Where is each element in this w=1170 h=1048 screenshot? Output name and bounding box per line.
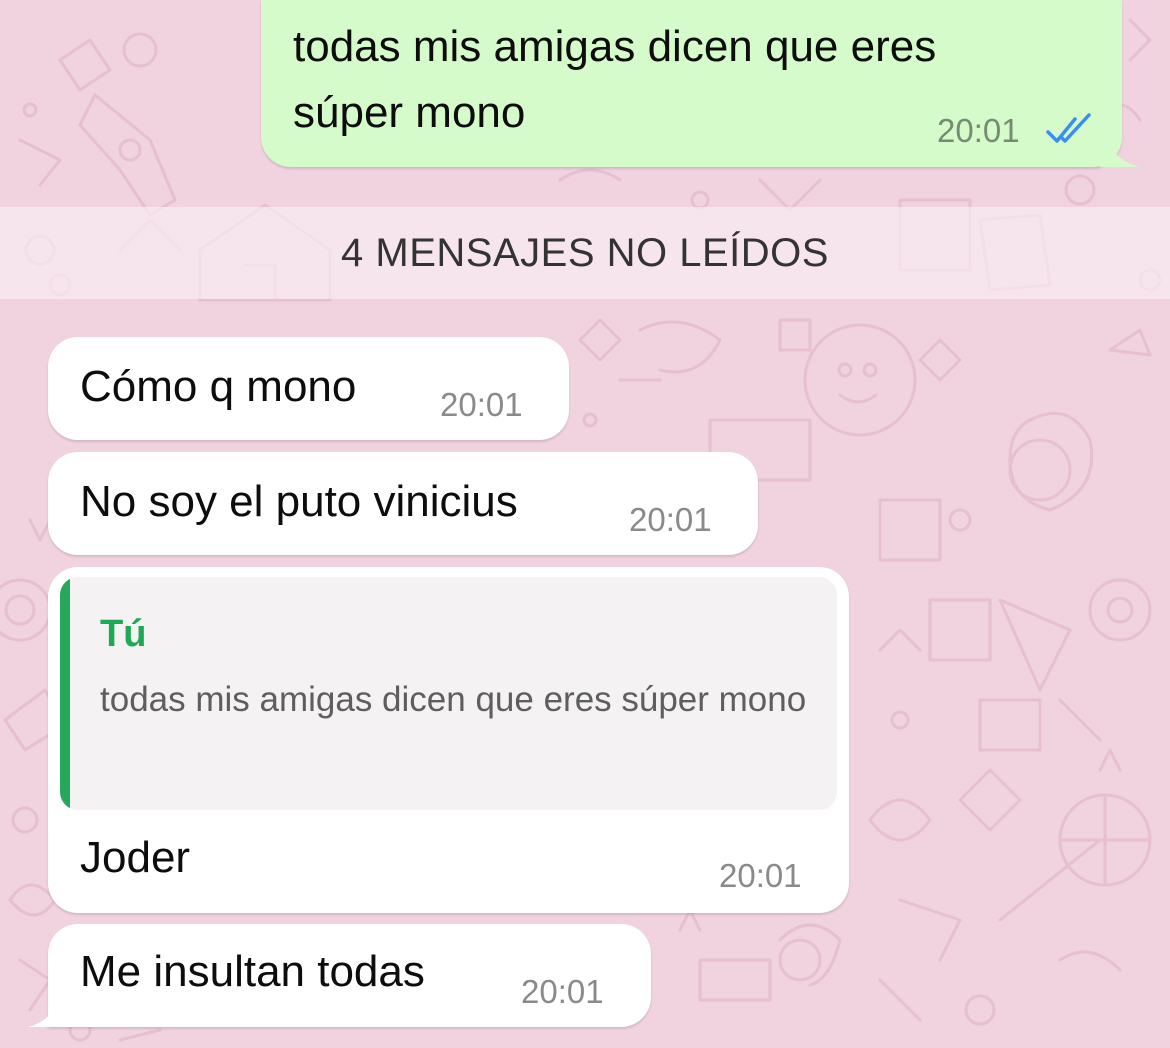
quote-author: Tú xyxy=(100,613,147,655)
outgoing-bubble-tail xyxy=(1100,127,1140,167)
incoming-bubble-tail xyxy=(28,987,66,1027)
unread-messages-divider: 4 MENSAJES NO LEÍDOS xyxy=(0,207,1170,299)
incoming-message-bubble[interactable]: Me insultan todas 20:01 xyxy=(48,924,651,1027)
unread-messages-label: 4 MENSAJES NO LEÍDOS xyxy=(341,231,829,275)
incoming-reply-message-bubble[interactable]: Tú todas mis amigas dicen que eres súper… xyxy=(48,567,849,913)
message-text: Me insultan todas xyxy=(80,947,425,996)
quote-text: todas mis amigas dicen que eres súper mo… xyxy=(100,680,807,719)
chat-view: todas mis amigas dicen que eres súper mo… xyxy=(0,0,1170,1048)
incoming-message-bubble[interactable]: Cómo q mono 20:01 xyxy=(48,337,569,440)
message-time: 20:01 xyxy=(521,973,604,1010)
message-time: 20:01 xyxy=(719,857,802,894)
message-time: 20:01 xyxy=(937,112,1020,149)
message-text: Cómo q mono xyxy=(80,362,357,411)
quoted-message[interactable]: Tú todas mis amigas dicen que eres súper… xyxy=(60,577,837,810)
message-text: No soy el puto vinicius xyxy=(80,477,518,526)
message-text-line-1: todas mis amigas dicen que eres xyxy=(293,22,937,71)
double-check-icon xyxy=(1046,113,1091,143)
message-time: 20:01 xyxy=(629,501,712,538)
message-text: Joder xyxy=(80,833,191,882)
incoming-message-bubble[interactable]: No soy el puto vinicius 20:01 xyxy=(48,452,758,555)
outgoing-message-bubble[interactable]: todas mis amigas dicen que eres súper mo… xyxy=(261,0,1122,167)
message-text-line-2: súper mono xyxy=(293,88,526,137)
message-time: 20:01 xyxy=(440,386,523,423)
quote-accent-bar xyxy=(60,577,70,810)
